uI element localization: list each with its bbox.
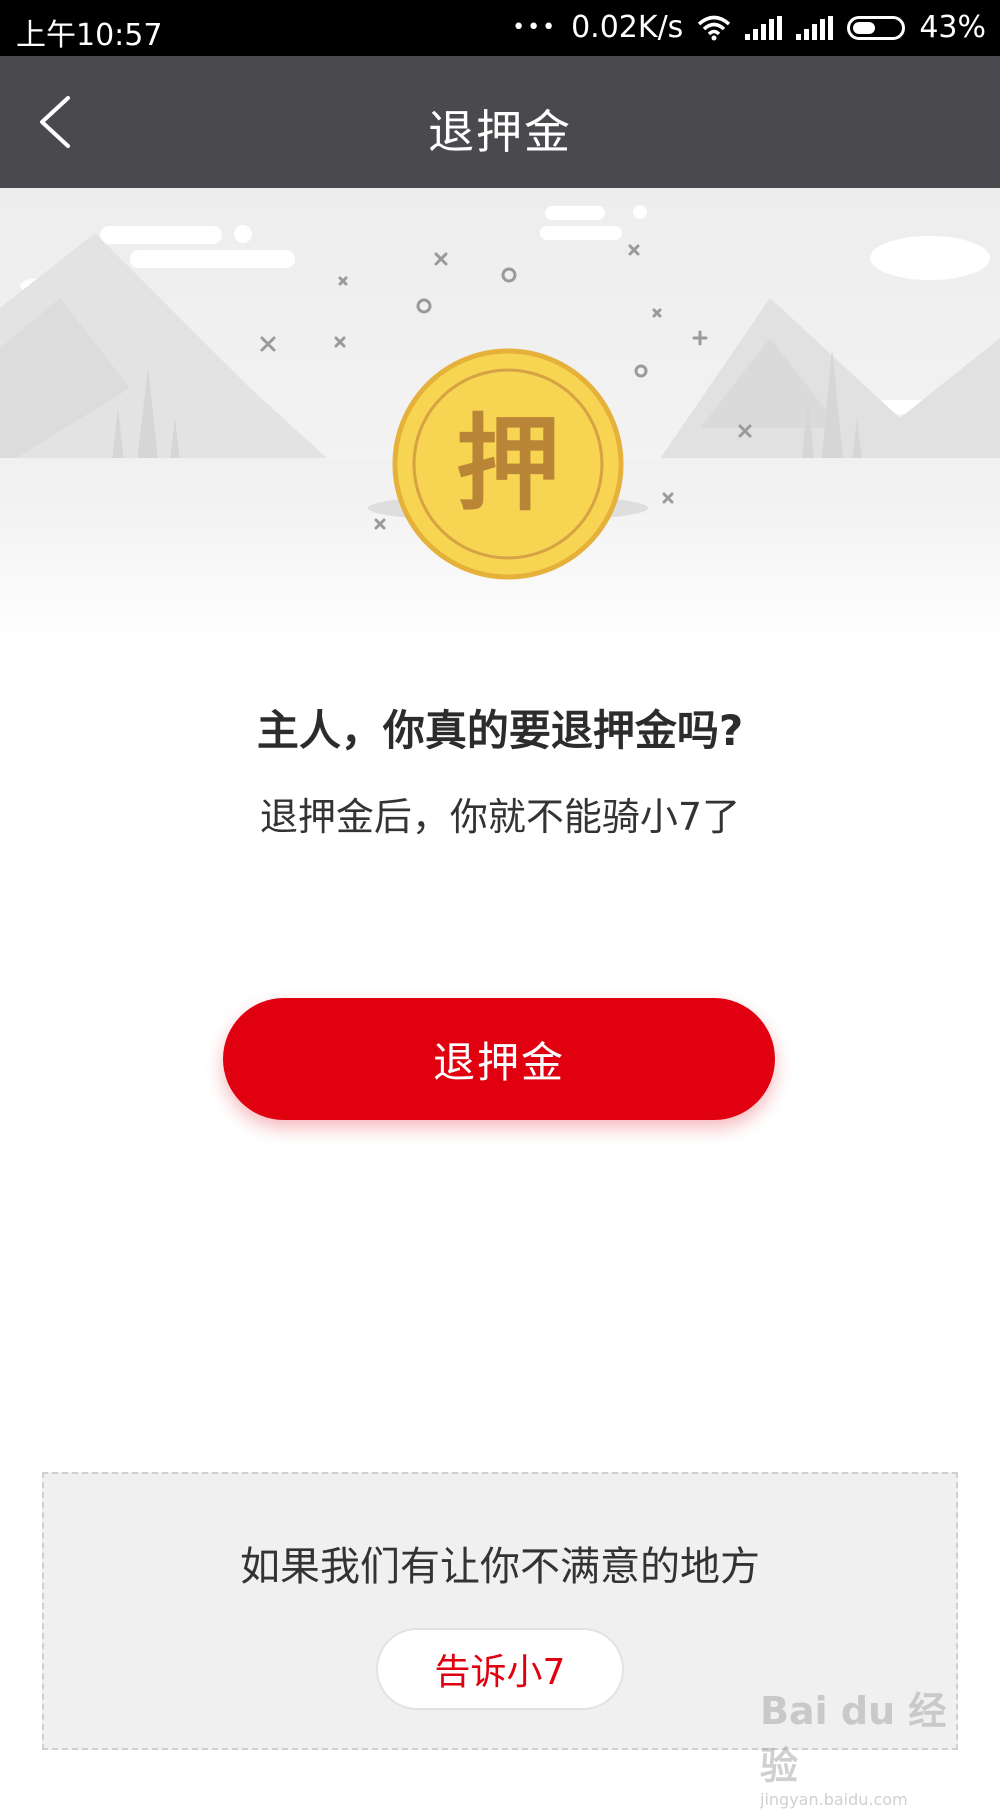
hero-illustration: 押	[0, 188, 1000, 648]
tell-xiaoqi-button[interactable]: 告诉小7	[376, 1628, 624, 1710]
feedback-prompt: 如果我们有让你不满意的地方	[240, 1544, 760, 1590]
battery-icon	[847, 15, 906, 40]
confirm-subtitle: 退押金后，你就不能骑小7了	[259, 795, 741, 839]
status-time: 上午10:57	[16, 18, 163, 53]
watermark-brand: Bai du 经验	[760, 1689, 947, 1788]
signal-icon	[745, 15, 783, 40]
wifi-icon	[698, 15, 731, 40]
refund-deposit-button[interactable]: 退押金	[223, 998, 775, 1120]
status-icons: ••• 0.02K/s 43%	[512, 10, 986, 45]
more-dots-icon: •••	[512, 15, 558, 40]
watermark-url: jingyan.baidu.com	[760, 1790, 908, 1809]
coin-character: 押	[455, 403, 560, 525]
baidu-watermark: Bai du 经验 jingyan.baidu.com	[760, 1680, 960, 1809]
page-title: 退押金	[428, 105, 572, 159]
nav-bar: 退押金	[0, 56, 1000, 188]
signal-icon-2	[796, 15, 834, 40]
network-speed: 0.02K/s	[571, 10, 684, 45]
status-bar: 上午10:57 ••• 0.02K/s 43%	[0, 0, 1000, 56]
battery-percent: 43%	[919, 10, 986, 45]
confirm-question: 主人，你真的要退押金吗?	[256, 706, 744, 755]
